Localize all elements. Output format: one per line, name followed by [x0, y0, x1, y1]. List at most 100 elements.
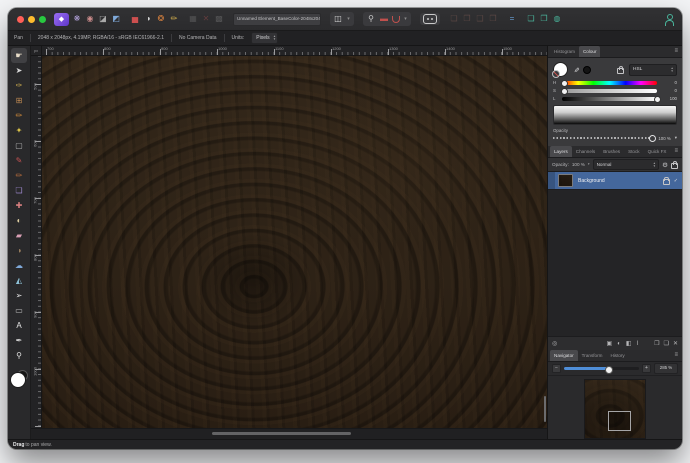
- foreground-colour-swatch[interactable]: [10, 372, 26, 388]
- pixel-brush-tool[interactable]: ✏: [11, 168, 27, 183]
- v-scrollbar[interactable]: [544, 396, 546, 422]
- zoom-value[interactable]: 285 %: [654, 363, 678, 374]
- arrange-forward-icon[interactable]: ❐: [539, 13, 549, 25]
- burn-tool[interactable]: ◑: [11, 243, 27, 258]
- slider-thumb[interactable]: [561, 88, 568, 95]
- colour-tab-colour[interactable]: Colour: [579, 46, 601, 57]
- snapping-chevron-icon[interactable]: ▾: [403, 13, 408, 25]
- eyedropper-icon[interactable]: ✎: [572, 67, 580, 73]
- document-title[interactable]: Unnamed Element_BaseColor-2048x2048.P: [233, 13, 321, 26]
- export-persona-icon[interactable]: ◩: [111, 13, 121, 25]
- arrange-back-icon[interactable]: ❏: [526, 13, 536, 25]
- rectangle-tool[interactable]: ▭: [11, 303, 27, 318]
- slider-thumb[interactable]: [561, 80, 568, 87]
- navigator-tab-transform[interactable]: Transform: [578, 350, 607, 361]
- units-stepper[interactable]: ▴ ▾: [274, 35, 276, 41]
- slider-track-h[interactable]: [562, 81, 657, 85]
- pen-tool[interactable]: ✒: [11, 333, 27, 348]
- account-icon[interactable]: [664, 14, 674, 25]
- slider-thumb[interactable]: [654, 96, 661, 103]
- fill-layer-icon[interactable]: I: [637, 338, 639, 350]
- layers-tab-layers[interactable]: Layers: [550, 146, 572, 157]
- opacity-slider-thumb[interactable]: [649, 135, 656, 142]
- traffic-light-close[interactable]: [17, 16, 24, 23]
- snapping-magnet-icon[interactable]: [392, 16, 400, 23]
- zoom-slider-thumb[interactable]: [605, 366, 613, 374]
- add-layer-icon[interactable]: ❏: [664, 338, 669, 350]
- group-layers-icon[interactable]: ❒: [654, 338, 659, 350]
- stepper-down-icon[interactable]: ▾: [274, 38, 276, 41]
- insert-inside-icon[interactable]: ❑: [475, 13, 485, 25]
- tone-mapping-persona-icon[interactable]: ◪: [98, 13, 108, 25]
- clone-stamp-tool[interactable]: ❏: [11, 183, 27, 198]
- develop-persona-icon[interactable]: ◉: [85, 13, 95, 25]
- live-filter-icon[interactable]: ◧: [626, 338, 632, 350]
- insert-original-icon[interactable]: ❒: [488, 13, 498, 25]
- auto-white-balance-icon[interactable]: ✏: [169, 13, 179, 25]
- layers-tab-quick-fx[interactable]: Quick FX: [644, 146, 671, 157]
- view-quality-icon[interactable]: ◫: [333, 13, 343, 25]
- layer-visibility-check-icon[interactable]: ✓: [674, 178, 678, 184]
- zoom-slider[interactable]: [564, 367, 639, 370]
- photo-persona-icon[interactable]: ◆: [54, 13, 69, 26]
- layer-settings-gear-icon[interactable]: ⚙: [662, 161, 668, 169]
- delete-layer-icon[interactable]: ✕: [673, 338, 678, 350]
- selection-refine-icon[interactable]: ▩: [214, 13, 224, 25]
- stepper-down-icon[interactable]: ▾: [653, 165, 655, 168]
- node-tool[interactable]: ➢: [11, 288, 27, 303]
- colour-mode-stepper[interactable]: ▴ ▾: [671, 67, 673, 73]
- mask-layer-icon[interactable]: ▣: [607, 338, 613, 350]
- units-select[interactable]: Pixels ▴ ▾: [251, 32, 278, 44]
- zoom-tool[interactable]: ⚲: [11, 348, 27, 363]
- edit-all-layers-icon[interactable]: ◎: [552, 338, 557, 350]
- opacity-slider[interactable]: [553, 137, 654, 139]
- text-tool[interactable]: A: [11, 318, 27, 333]
- deselect-icon[interactable]: ✕: [201, 13, 211, 25]
- auto-levels-icon[interactable]: ▅: [130, 13, 140, 25]
- sharpen-tool[interactable]: ◭: [11, 273, 27, 288]
- colour-tab-histogram[interactable]: Histogram: [550, 46, 579, 57]
- adjustment-layer-icon[interactable]: ◐: [617, 338, 621, 350]
- zoom-out-button[interactable]: −: [552, 364, 561, 373]
- colour-well[interactable]: [10, 370, 28, 388]
- auto-colour-icon[interactable]: ❂: [156, 13, 166, 25]
- assistant-icon[interactable]: [423, 14, 437, 24]
- selection-brush-tool[interactable]: ✏: [11, 108, 27, 123]
- auto-contrast-icon[interactable]: ◑: [143, 13, 153, 25]
- blemish-removal-tool[interactable]: ✚: [11, 198, 27, 213]
- navigator-view-rectangle[interactable]: [608, 411, 631, 431]
- colour-picker-tool[interactable]: ✑: [11, 78, 27, 93]
- panel-menu-icon[interactable]: ≡: [670, 46, 682, 57]
- no-colour-swatch[interactable]: [552, 70, 560, 78]
- colour-mode-select[interactable]: HSL ▴ ▾: [629, 64, 677, 76]
- h-scrollbar[interactable]: [212, 432, 351, 435]
- blur-tool[interactable]: ☁: [11, 258, 27, 273]
- traffic-light-minimize[interactable]: [28, 16, 35, 23]
- insert-on-top-icon[interactable]: ❐: [462, 13, 472, 25]
- slider-track-s[interactable]: [562, 89, 657, 93]
- secondary-colour-swatch[interactable]: [583, 66, 591, 74]
- move-tool[interactable]: ➤: [11, 63, 27, 78]
- layer-opacity-chevron[interactable]: ▾: [588, 163, 590, 166]
- layer-lock-icon[interactable]: [671, 163, 678, 169]
- crop-tool[interactable]: ⊞: [11, 93, 27, 108]
- paint-brush-tool[interactable]: ✎: [11, 153, 27, 168]
- view-mode-chevron-icon[interactable]: ▾: [346, 13, 351, 25]
- layers-tab-stock[interactable]: Stock: [624, 146, 644, 157]
- panel-menu-icon[interactable]: ≡: [670, 146, 682, 157]
- layer-opacity-value[interactable]: 100 %: [572, 162, 585, 167]
- layers-tab-brushes[interactable]: Brushes: [599, 146, 624, 157]
- alignment-icon[interactable]: =: [507, 13, 517, 25]
- stepper-down-icon[interactable]: ▾: [588, 163, 590, 166]
- opacity-chevron-icon[interactable]: ▾: [675, 135, 677, 141]
- tint-strip[interactable]: [553, 105, 677, 125]
- traffic-light-zoom[interactable]: [39, 16, 46, 23]
- eraser-tool[interactable]: ▰: [11, 228, 27, 243]
- dodge-tool[interactable]: ◐: [11, 213, 27, 228]
- slider-track-l[interactable]: [562, 97, 657, 101]
- flood-select-tool[interactable]: ✦: [11, 123, 27, 138]
- lock-icon[interactable]: [617, 68, 624, 74]
- view-tool[interactable]: ☛: [11, 48, 27, 63]
- zoom-in-button[interactable]: +: [642, 364, 651, 373]
- insert-behind-icon[interactable]: ❏: [449, 13, 459, 25]
